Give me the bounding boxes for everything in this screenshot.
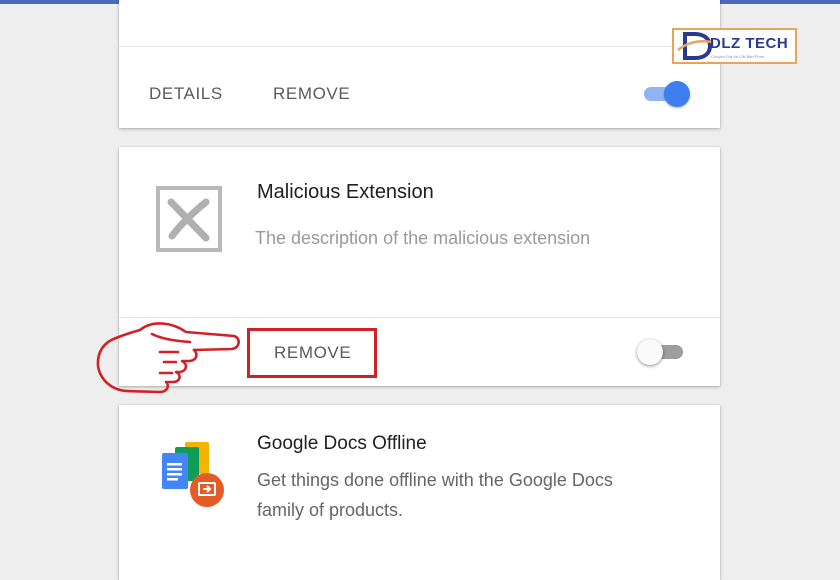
enable-toggle[interactable]: [637, 338, 685, 366]
pointing-hand-icon: [94, 318, 242, 396]
google-docs-offline-icon: [159, 439, 231, 511]
remove-highlight-box: [247, 328, 377, 378]
brand-name: DLZ TECH: [710, 35, 789, 52]
toggle-knob: [637, 339, 663, 365]
extension-title: Malicious Extension: [257, 181, 434, 203]
brand-tagline: Chuyên Gia Về Cắt Bàn Phím: [711, 54, 765, 59]
extension-description-line-2: family of products.: [257, 500, 404, 520]
toggle-knob: [664, 81, 690, 107]
extension-description: The description of the malicious extensi…: [255, 228, 591, 248]
brand-logo: DLZ TECH Chuyên Gia Về Cắt Bàn Phím: [672, 28, 797, 64]
enable-toggle[interactable]: [642, 80, 690, 108]
remove-button[interactable]: REMOVE: [273, 84, 350, 104]
extension-description-line-1: Get things done offline with the Google …: [257, 470, 613, 490]
extension-card-1: DETAILS REMOVE: [119, 0, 720, 128]
card-divider: [119, 46, 720, 47]
broken-x-icon: [156, 186, 222, 252]
extension-title: Google Docs Offline: [257, 433, 427, 454]
details-button[interactable]: DETAILS: [149, 84, 223, 104]
extension-card-google-docs: Google Docs Offline Get things done offl…: [119, 405, 720, 580]
